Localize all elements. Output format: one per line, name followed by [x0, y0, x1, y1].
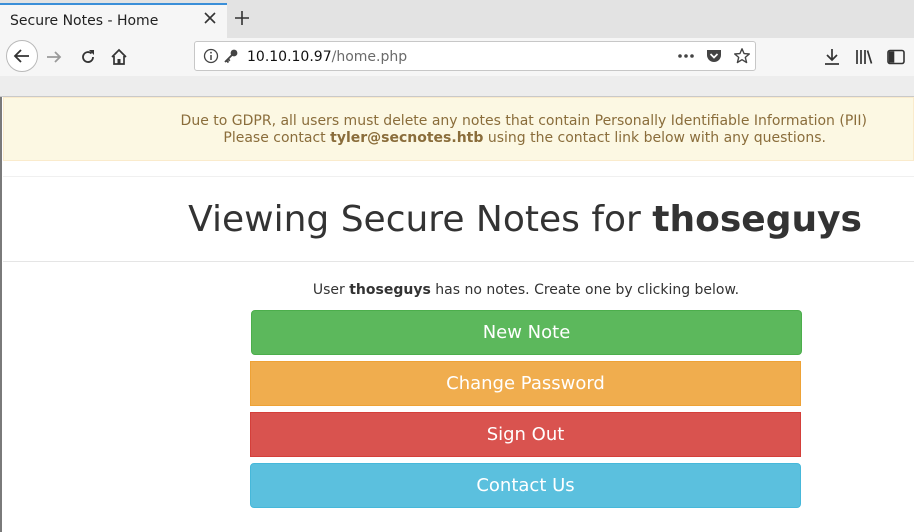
alert-line-1: Due to GDPR, all users must delete any n… — [180, 113, 867, 129]
url-host: 10.10.10.97 — [247, 49, 332, 65]
sign-out-button[interactable]: Sign Out — [250, 412, 801, 457]
page-actions-icon[interactable] — [677, 49, 695, 63]
divider — [3, 261, 914, 262]
tab-strip: Secure Notes - Home — [0, 0, 914, 38]
no-notes-suffix: has no notes. Create one by clicking bel… — [430, 282, 740, 298]
new-note-button[interactable]: New Note — [251, 310, 802, 355]
home-icon — [111, 48, 127, 65]
no-notes-username: thoseguys — [349, 282, 431, 298]
back-button[interactable] — [6, 40, 38, 72]
no-notes-prefix: User — [312, 282, 350, 298]
alert-line-2-prefix: Please contact — [223, 130, 331, 146]
url-path: /home.php — [331, 49, 408, 65]
page-title-username: thoseguys — [652, 199, 862, 240]
close-icon[interactable] — [203, 11, 217, 25]
forward-arrow-icon — [47, 51, 62, 63]
tab-title: Secure Notes - Home — [10, 13, 159, 29]
url-bar[interactable]: 10.10.10.97/home.php — [194, 41, 756, 71]
change-password-button[interactable]: Change Password — [250, 361, 801, 406]
key-icon[interactable] — [223, 48, 239, 64]
no-notes-message: User thoseguys has no notes. Create one … — [0, 282, 914, 298]
navigation-bar: 10.10.10.97/home.php — [0, 38, 914, 76]
pocket-icon[interactable] — [705, 48, 723, 64]
home-button[interactable] — [109, 47, 129, 67]
library-icon[interactable] — [854, 47, 874, 67]
reload-button[interactable] — [78, 47, 98, 67]
window-edge — [0, 97, 2, 532]
info-icon[interactable] — [203, 48, 219, 64]
sidebar-icon[interactable] — [886, 47, 906, 67]
toolbar-separator — [0, 76, 914, 97]
download-icon[interactable] — [822, 47, 842, 67]
page-title: Viewing Secure Notes for thoseguys — [188, 199, 862, 240]
back-arrow-icon — [13, 49, 29, 63]
bookmark-star-icon[interactable] — [733, 47, 751, 65]
page-content: Due to GDPR, all users must delete any n… — [0, 97, 914, 532]
contact-us-button[interactable]: Contact Us — [250, 463, 801, 508]
gdpr-alert: Due to GDPR, all users must delete any n… — [3, 97, 914, 161]
new-tab-icon[interactable] — [232, 8, 252, 28]
reload-icon — [82, 50, 94, 63]
browser-tab[interactable]: Secure Notes - Home — [0, 3, 227, 38]
page-title-prefix: Viewing Secure Notes for — [188, 199, 653, 240]
alert-line-2-suffix: using the contact link below with any qu… — [483, 130, 826, 146]
alert-line-2: Please contact tyler@secnotes.htb using … — [223, 130, 826, 146]
url-text: 10.10.10.97/home.php — [247, 49, 407, 65]
divider — [3, 176, 914, 177]
forward-button[interactable] — [44, 47, 64, 67]
alert-email: tyler@secnotes.htb — [330, 130, 484, 146]
